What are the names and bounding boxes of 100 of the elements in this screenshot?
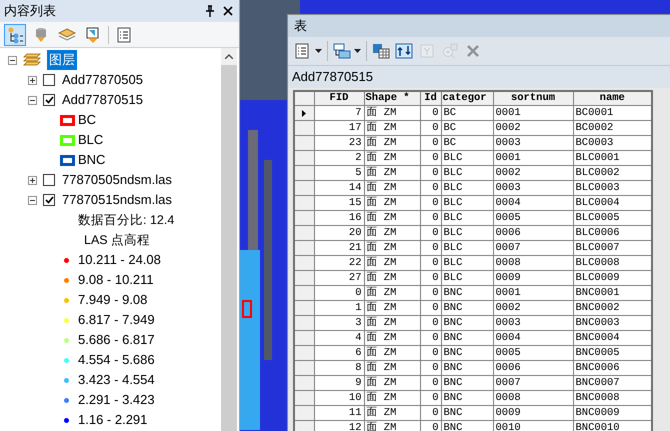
table-cell: 22 <box>314 256 364 271</box>
table-cell: 0001 <box>493 150 573 166</box>
table-cell: 0 <box>420 316 441 331</box>
caret-icon <box>354 48 361 53</box>
related-tables-icon <box>333 42 351 60</box>
table-cell: 面 ZM <box>364 270 420 286</box>
legend-label: 9.08 - 10.211 <box>78 271 154 290</box>
table-cell: 0007 <box>493 240 573 256</box>
checkbox[interactable] <box>43 194 55 206</box>
collapse-icon[interactable] <box>8 56 17 64</box>
table-cell: BNC <box>441 316 493 331</box>
table-cell: BLC <box>441 270 493 286</box>
table-cell: 0002 <box>493 120 573 136</box>
table-cell: 0009 <box>493 406 573 421</box>
table-cell: 面 ZM <box>364 196 420 211</box>
table-cell: BNC0007 <box>573 376 652 391</box>
table-cell: 14 <box>314 180 364 196</box>
table-cell: BNC <box>441 300 493 316</box>
checkbox[interactable] <box>43 74 55 86</box>
layer-name[interactable]: Add77870515 <box>62 90 143 110</box>
layer-name[interactable]: 77870505ndsm.las <box>62 170 172 190</box>
table-cell: 10 <box>314 390 364 406</box>
table-cell: 11 <box>314 406 364 421</box>
table-cell: 面 ZM <box>364 180 420 196</box>
select-by-attributes-icon <box>372 42 390 60</box>
legend-label: 2.291 - 3.423 <box>78 391 155 410</box>
checkbox[interactable] <box>43 174 55 186</box>
column-header[interactable]: sortnum <box>493 90 573 106</box>
tree-item[interactable]: 图层 <box>47 50 77 70</box>
table-cell: 0 <box>420 346 441 361</box>
column-header[interactable]: Shape * <box>364 90 420 106</box>
table-cell: 面 ZM <box>364 390 420 406</box>
layer-name[interactable]: Add77870505 <box>62 70 143 90</box>
table-cell: 7 <box>314 106 364 121</box>
collapse-icon[interactable] <box>28 96 37 104</box>
table-cell: BLC0009 <box>573 270 652 286</box>
expand-icon[interactable] <box>28 176 37 184</box>
drawing-order-icon[interactable] <box>4 24 26 46</box>
column-header[interactable]: Id <box>420 90 441 106</box>
pin-icon[interactable] <box>203 4 217 18</box>
switch-selection-icon <box>395 42 413 60</box>
table-cell: 20 <box>314 226 364 241</box>
table-cell: 0006 <box>493 226 573 241</box>
table-cell: 0008 <box>493 256 573 271</box>
window-title: 表 <box>294 17 307 36</box>
table-cell: 0 <box>420 150 441 166</box>
table-cell: 0 <box>420 106 441 121</box>
table-cell: BNC <box>441 420 493 431</box>
legend-label: 10.211 - 24.08 <box>78 251 161 270</box>
table-cell: 0 <box>420 300 441 316</box>
table-cell: BLC <box>441 226 493 241</box>
table-cell: BNC <box>441 360 493 376</box>
table-cell: 面 ZM <box>364 106 420 121</box>
table-cell: BNC0001 <box>573 286 652 301</box>
table-cell: 0 <box>420 136 441 151</box>
table-cell: 0002 <box>493 300 573 316</box>
column-header[interactable]: name <box>573 90 652 106</box>
table-cell: 0008 <box>493 390 573 406</box>
scroll-up-icon[interactable] <box>225 54 233 59</box>
table-cell: BC <box>441 120 493 136</box>
table-cell: 0004 <box>493 330 573 346</box>
table-cell: BLC <box>441 166 493 181</box>
column-header[interactable]: categor <box>441 90 493 106</box>
table-cell: 面 ZM <box>364 420 420 431</box>
table-cell: 9 <box>314 376 364 391</box>
column-header[interactable]: FID <box>314 90 364 106</box>
row-selector[interactable] <box>294 106 314 121</box>
table-cell: 0 <box>420 406 441 421</box>
table-cell: 0007 <box>493 376 573 391</box>
table-cell: BNC0002 <box>573 300 652 316</box>
table-cell: BNC <box>441 346 493 361</box>
legend-label: BLC <box>78 131 104 150</box>
row-pointer-icon <box>302 110 306 117</box>
scrollbar[interactable] <box>221 48 237 431</box>
panel-title: 内容列表 <box>4 2 57 20</box>
table-cell: BLC <box>441 150 493 166</box>
table-cell: BLC <box>441 180 493 196</box>
collapse-icon[interactable] <box>28 196 37 204</box>
table-cell: 0005 <box>493 210 573 226</box>
close-icon[interactable] <box>221 4 235 18</box>
table-cell: 23 <box>314 136 364 151</box>
table-cell: 0 <box>420 180 441 196</box>
table-cell: 0001 <box>493 286 573 301</box>
table-cell: 0 <box>420 210 441 226</box>
table-cell: 15 <box>314 196 364 211</box>
table-cell: 0002 <box>493 166 573 181</box>
table-cell: 面 ZM <box>364 240 420 256</box>
table-cell: 0 <box>420 226 441 241</box>
legend-label: 5.686 - 6.817 <box>78 331 155 350</box>
table-cell: 0005 <box>493 346 573 361</box>
table-cell: BNC <box>441 376 493 391</box>
expand-icon[interactable] <box>28 76 37 84</box>
table-cell: 面 ZM <box>364 346 420 361</box>
checkbox[interactable] <box>43 94 55 106</box>
table-cell: 0 <box>314 286 364 301</box>
table-cell: BLC0008 <box>573 256 652 271</box>
table-cell: 面 ZM <box>364 120 420 136</box>
layer-name[interactable]: 77870515ndsm.las <box>62 190 172 210</box>
table-name: Add77870515 <box>292 68 373 86</box>
clear-selection-icon <box>418 42 436 60</box>
